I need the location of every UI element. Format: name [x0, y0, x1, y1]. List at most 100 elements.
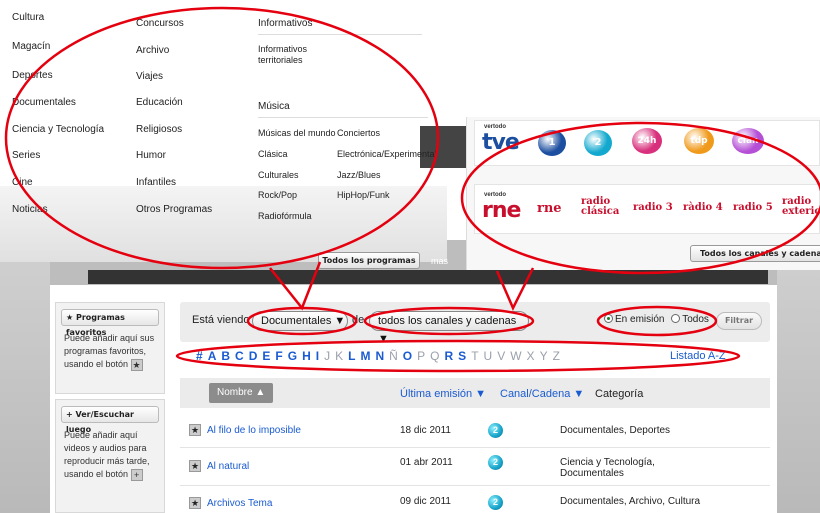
radio-on-air-label: En emisión — [615, 314, 665, 325]
letter-d[interactable]: D — [249, 349, 258, 363]
radio-4-logo[interactable]: ràdio 4 — [683, 203, 723, 213]
letter-f[interactable]: F — [275, 349, 282, 363]
menu-item-deportes[interactable]: Deportes — [12, 70, 53, 81]
alphabet-index: # A B C D E F G H I J K L M N Ñ O P Q R S T U V W X Y Z — [196, 349, 565, 363]
favorites-text: Puede añadir aquí sus programas favorito… — [64, 333, 155, 371]
all-channels-button[interactable]: Todos los canales y cadenas — [690, 245, 820, 262]
program-title-link[interactable]: Archivos Tema — [207, 498, 272, 509]
tve-logo[interactable]: tve — [482, 130, 520, 155]
menu-divider — [258, 117, 428, 118]
menu-item-musicas-mundo[interactable]: Músicas del mundo — [258, 128, 336, 138]
page-margin-right — [777, 258, 820, 513]
tdp-logo-icon[interactable]: tdp — [684, 128, 714, 154]
menu-item-infantiles[interactable]: Infantiles — [136, 177, 176, 188]
letter-hash[interactable]: # — [196, 349, 203, 363]
category-text: Ciencia y Tecnología, Documentales — [560, 457, 655, 479]
menu-item-clasica[interactable]: Clásica — [258, 149, 288, 159]
watch-later-header[interactable]: + Ver/Escuchar luego — [61, 406, 159, 434]
last-aired-date: 09 dic 2011 — [400, 496, 451, 507]
radio-on-air[interactable] — [604, 314, 613, 323]
table-row: ★ Al natural 01 abr 2011 2 Ciencia y Tec… — [180, 448, 770, 486]
watch-later-text: Puede añadir aquí videos y audios para r… — [64, 430, 150, 481]
menu-item-humor[interactable]: Humor — [136, 150, 166, 161]
menu-item-noticias[interactable]: Noticias — [12, 204, 48, 215]
letter-p: P — [417, 349, 426, 363]
sort-name-button[interactable]: Nombre ▲ — [209, 383, 273, 403]
menu-dark-divider — [420, 126, 466, 168]
letter-t: T — [471, 349, 479, 363]
star-icon: ★ — [130, 358, 143, 371]
letter-a[interactable]: A — [208, 349, 217, 363]
menu-item-radioformula[interactable]: Radiofórmula — [258, 211, 312, 221]
menu-item-jazz-blues[interactable]: Jazz/Blues — [337, 170, 381, 180]
tve2-logo-icon[interactable]: 2 — [584, 130, 612, 156]
letter-l[interactable]: L — [348, 349, 355, 363]
program-title-link[interactable]: Al natural — [207, 461, 249, 472]
radio-clasica-logo[interactable]: radio clásica — [581, 197, 619, 217]
filter-button[interactable]: Filtrar — [716, 312, 762, 330]
channels-select[interactable]: todos los canales y cadenas ▼ — [369, 311, 529, 345]
viewing-label: Está viendo — [192, 314, 250, 326]
last-aired-date: 01 abr 2011 — [400, 457, 453, 468]
program-title-link[interactable]: Al filo de lo imposible — [207, 425, 301, 436]
radio-rne-logo[interactable]: rne — [537, 202, 562, 215]
listado-link[interactable]: Listado A-Z — [670, 350, 726, 362]
radio-5-logo[interactable]: radio 5 — [733, 203, 773, 213]
letter-n[interactable]: N — [375, 349, 384, 363]
menu-item-musica[interactable]: Música — [258, 101, 290, 112]
letter-u: U — [483, 349, 493, 363]
rne-logo[interactable]: rne — [482, 198, 521, 223]
letter-m[interactable]: M — [360, 349, 370, 363]
menu-item-documentales[interactable]: Documentales — [12, 97, 76, 108]
menu-item-culturales[interactable]: Culturales — [258, 170, 299, 180]
clan-logo-icon[interactable]: clan — [732, 128, 764, 154]
menu-item-ciencia[interactable]: Ciencia y Tecnología — [12, 124, 104, 135]
de-label: de — [352, 314, 365, 326]
letter-c[interactable]: C — [235, 349, 244, 363]
menu-item-magacin[interactable]: Magacín — [12, 41, 50, 52]
menu-item-archivo[interactable]: Archivo — [136, 45, 169, 56]
menu-item-series[interactable]: Series — [12, 150, 40, 161]
menu-item-otros[interactable]: Otros Programas — [136, 204, 212, 215]
favorites-box: ★ Programas favoritos Puede añadir aquí … — [55, 302, 165, 394]
menu-item-electronica[interactable]: Electrónica/Experimental — [337, 149, 437, 159]
menu-item-concursos[interactable]: Concursos — [136, 18, 184, 29]
letter-r[interactable]: R — [445, 349, 454, 363]
channel-logo-icon: 2 — [488, 455, 503, 470]
letter-e[interactable]: E — [262, 349, 270, 363]
menu-item-informativos[interactable]: Informativos — [258, 18, 312, 29]
sort-channel[interactable]: Canal/Cadena ▼ — [500, 388, 584, 400]
menu-item-cine[interactable]: Cine — [12, 177, 33, 188]
canal24h-logo-icon[interactable]: 24h — [632, 128, 662, 154]
tve1-logo-icon[interactable]: 1 — [538, 130, 566, 156]
radio-exterior-logo[interactable]: radio exterior — [782, 197, 820, 217]
radio-all[interactable] — [671, 314, 681, 323]
add-favorite-icon[interactable]: ★ — [189, 497, 201, 509]
letter-y: Y — [539, 349, 548, 363]
menu-item-religiosos[interactable]: Religiosos — [136, 124, 182, 135]
all-programs-button[interactable]: Todos los programas — [318, 252, 420, 269]
letter-h[interactable]: H — [302, 349, 311, 363]
menu-item-conciertos[interactable]: Conciertos — [337, 128, 380, 138]
menu-item-viajes[interactable]: Viajes — [136, 71, 163, 82]
menu-item-cultura[interactable]: Cultura — [12, 12, 44, 23]
add-favorite-icon[interactable]: ★ — [189, 460, 201, 472]
radio-3-logo[interactable]: radio 3 — [633, 203, 673, 213]
chevron-down-icon: ▼ — [378, 333, 389, 345]
genre-select[interactable]: Documentales ▼ — [252, 311, 348, 331]
add-favorite-icon[interactable]: ★ — [189, 424, 201, 436]
letter-v: V — [497, 349, 506, 363]
letter-g[interactable]: G — [288, 349, 297, 363]
letter-s[interactable]: S — [458, 349, 466, 363]
menu-item-rock-pop[interactable]: Rock/Pop — [258, 190, 297, 200]
letter-i[interactable]: I — [316, 349, 319, 363]
letter-b[interactable]: B — [221, 349, 230, 363]
favorites-header[interactable]: ★ Programas favoritos — [61, 309, 159, 337]
table-row: ★ Al filo de lo imposible 18 dic 2011 2 … — [180, 414, 770, 448]
menu-item-educacion[interactable]: Educación — [136, 97, 183, 108]
menu-item-informativos-territoriales[interactable]: Informativos territoriales — [258, 44, 328, 66]
sort-last-aired[interactable]: Última emisión ▼ — [400, 388, 486, 400]
letter-o[interactable]: O — [403, 349, 412, 363]
category-header: Categoría — [595, 388, 644, 400]
menu-item-hiphop-funk[interactable]: HipHop/Funk — [337, 190, 390, 200]
